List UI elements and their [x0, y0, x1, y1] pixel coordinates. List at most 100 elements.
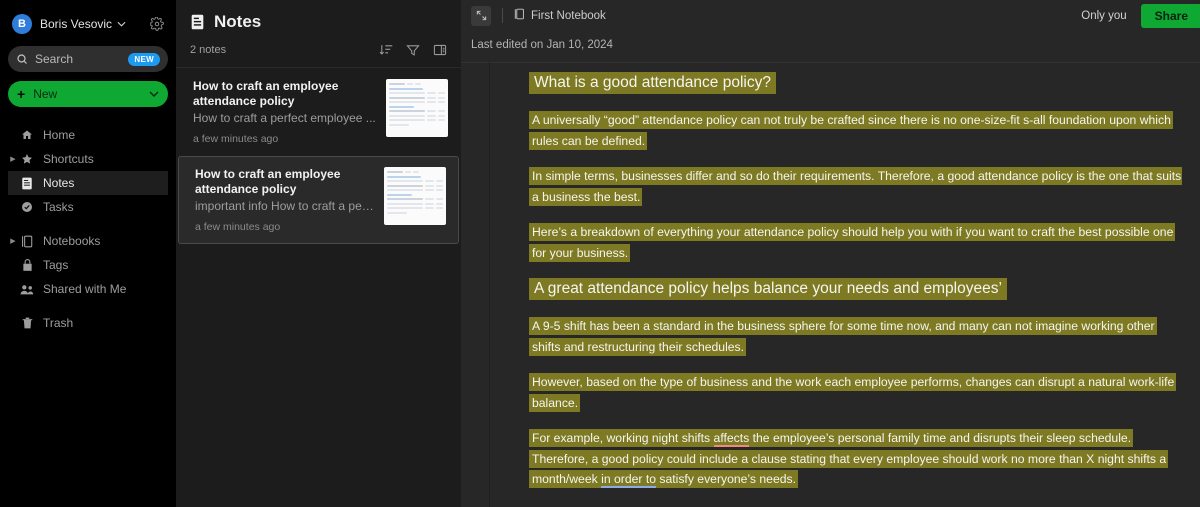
document-paragraph: However, based on the type of business a…: [529, 372, 1182, 413]
sidebar-item-label: Tags: [43, 258, 69, 272]
expand-icon[interactable]: [471, 5, 491, 26]
notes-count: 2 notes: [190, 44, 227, 56]
search-new-badge: NEW: [128, 52, 160, 66]
editor-toolbar: First Notebook Only you Share: [461, 0, 1200, 31]
note-timestamp: a few minutes ago: [195, 221, 281, 233]
sidebar-item-label: Shortcuts: [43, 152, 94, 166]
note-text-block: How to craft an employee attendance poli…: [195, 167, 384, 233]
paragraph-text: However, based on the type of business a…: [529, 373, 1177, 412]
document-body[interactable]: What is a good attendance policy? A univ…: [529, 72, 1182, 507]
document-heading: What is a good attendance policy?: [529, 72, 1182, 94]
document-paragraph: In simple terms, businesses differ and s…: [529, 166, 1182, 207]
people-icon: [18, 284, 36, 295]
new-button-label: New: [33, 87, 58, 101]
avatar: B: [12, 14, 32, 34]
trash-icon: [18, 317, 36, 329]
new-button[interactable]: + New: [8, 81, 168, 107]
document-paragraph: A 9-5 shift has been a standard in the b…: [529, 316, 1182, 357]
search-input[interactable]: [35, 52, 127, 66]
sidebar-item-tasks[interactable]: Tasks: [8, 195, 168, 219]
note-timestamp: a few minutes ago: [193, 133, 279, 145]
note-thumbnail: [386, 79, 448, 137]
sidebar-item-shared-with-me[interactable]: Shared with Me: [8, 277, 168, 301]
sidebar: B Boris Vesovic NEW + New: [0, 0, 176, 507]
sort-icon[interactable]: [379, 43, 393, 57]
paragraph-text: For example, working night shifts: [532, 431, 714, 445]
gear-icon[interactable]: [150, 17, 164, 31]
last-edited-label: Last edited on Jan 10, 2024: [471, 39, 613, 51]
search-icon: [16, 53, 28, 65]
notebook-name: First Notebook: [531, 9, 606, 22]
sidebar-item-shortcuts[interactable]: ▶ Shortcuts: [8, 147, 168, 171]
home-icon: [18, 129, 36, 141]
sidebar-item-label: Tasks: [43, 200, 74, 214]
divider: [502, 8, 503, 23]
note-snippet: important info How to craft a perf...: [195, 199, 376, 213]
search-bar[interactable]: NEW: [8, 46, 168, 72]
app-window: B Boris Vesovic NEW + New: [0, 0, 1200, 507]
star-icon: [18, 153, 36, 165]
note-list-item[interactable]: How to craft an employee attendance poli…: [178, 156, 459, 244]
notes-list-tools: [379, 43, 447, 57]
paragraph-text: Here’s a breakdown of everything your at…: [529, 223, 1176, 262]
grammar-error-text[interactable]: affects: [713, 431, 750, 447]
sidebar-item-notes[interactable]: Notes: [8, 171, 168, 195]
filter-icon[interactable]: [406, 43, 420, 57]
paragraph-text: satisfy everyone’s needs.: [655, 472, 796, 486]
document-paragraph: For example, working night shifts affect…: [529, 428, 1182, 490]
note-thumbnail: [384, 167, 446, 225]
paragraph-text: A universally “good” attendance policy c…: [529, 111, 1173, 150]
notes-list-panel: Notes 2 notes How to craft an employee a…: [176, 0, 461, 507]
heading-text: A great attendance policy helps balance …: [529, 278, 1007, 300]
account-name: Boris Vesovic: [40, 17, 113, 31]
note-title: How to craft an employee attendance poli…: [195, 167, 341, 196]
paragraph-text: A 9-5 shift has been a standard in the b…: [529, 317, 1157, 356]
sidebar-nav: Home ▶ Shortcuts Notes Tasks ▶ Notebooks…: [8, 123, 168, 335]
view-options-icon[interactable]: [433, 43, 447, 57]
chevron-down-icon[interactable]: [149, 89, 159, 100]
notebook-chip[interactable]: First Notebook: [514, 7, 606, 25]
style-suggestion-text[interactable]: in order to: [601, 472, 656, 488]
notebook-icon: [514, 7, 525, 25]
divider: [461, 62, 1200, 63]
notes-list-subheader: 2 notes: [176, 32, 461, 62]
account-row[interactable]: B Boris Vesovic: [8, 6, 168, 42]
notes-icon: [18, 177, 36, 190]
document-paragraph: Here’s a breakdown of everything your at…: [529, 222, 1182, 263]
paragraph-text: In simple terms, businesses differ and s…: [529, 167, 1182, 206]
check-circle-icon: [18, 201, 36, 213]
sidebar-item-label: Shared with Me: [43, 282, 127, 296]
chevron-down-icon[interactable]: [117, 20, 126, 29]
editor-left-rule: [489, 62, 490, 507]
disclosure-arrow-icon[interactable]: ▶: [8, 238, 18, 245]
tag-icon: [18, 258, 36, 272]
notebook-icon: [18, 235, 36, 248]
paragraph-run: For example, working night shifts affect…: [529, 429, 1169, 488]
sidebar-item-tags[interactable]: Tags: [8, 253, 168, 277]
sidebar-item-trash[interactable]: Trash: [8, 311, 168, 335]
visibility-label[interactable]: Only you: [1081, 10, 1126, 22]
plus-icon: +: [17, 86, 26, 102]
sidebar-item-notebooks[interactable]: ▶ Notebooks: [8, 229, 168, 253]
disclosure-arrow-icon[interactable]: ▶: [8, 156, 18, 163]
sidebar-item-label: Home: [43, 128, 76, 142]
document-paragraph: A universally “good” attendance policy c…: [529, 110, 1182, 151]
note-editor-panel: First Notebook Only you Share Last edite…: [461, 0, 1200, 507]
editor-toolbar-right: Only you Share: [1081, 3, 1200, 28]
note-snippet: How to craft a perfect employee ...: [193, 111, 376, 125]
note-title: How to craft an employee attendance poli…: [193, 79, 339, 108]
heading-text: What is a good attendance policy?: [529, 72, 776, 94]
sidebar-item-label: Trash: [43, 316, 74, 330]
sidebar-item-home[interactable]: Home: [8, 123, 168, 147]
share-button[interactable]: Share: [1140, 3, 1200, 28]
sidebar-item-label: Notes: [43, 176, 75, 190]
document-heading: A great attendance policy helps balance …: [529, 278, 1182, 300]
notes-icon: [190, 14, 205, 30]
notes-list-header: Notes: [176, 0, 461, 32]
note-list-item[interactable]: How to craft an employee attendance poli…: [176, 68, 461, 156]
note-text-block: How to craft an employee attendance poli…: [193, 79, 386, 145]
sidebar-item-label: Notebooks: [43, 234, 101, 248]
page-title: Notes: [214, 12, 262, 31]
